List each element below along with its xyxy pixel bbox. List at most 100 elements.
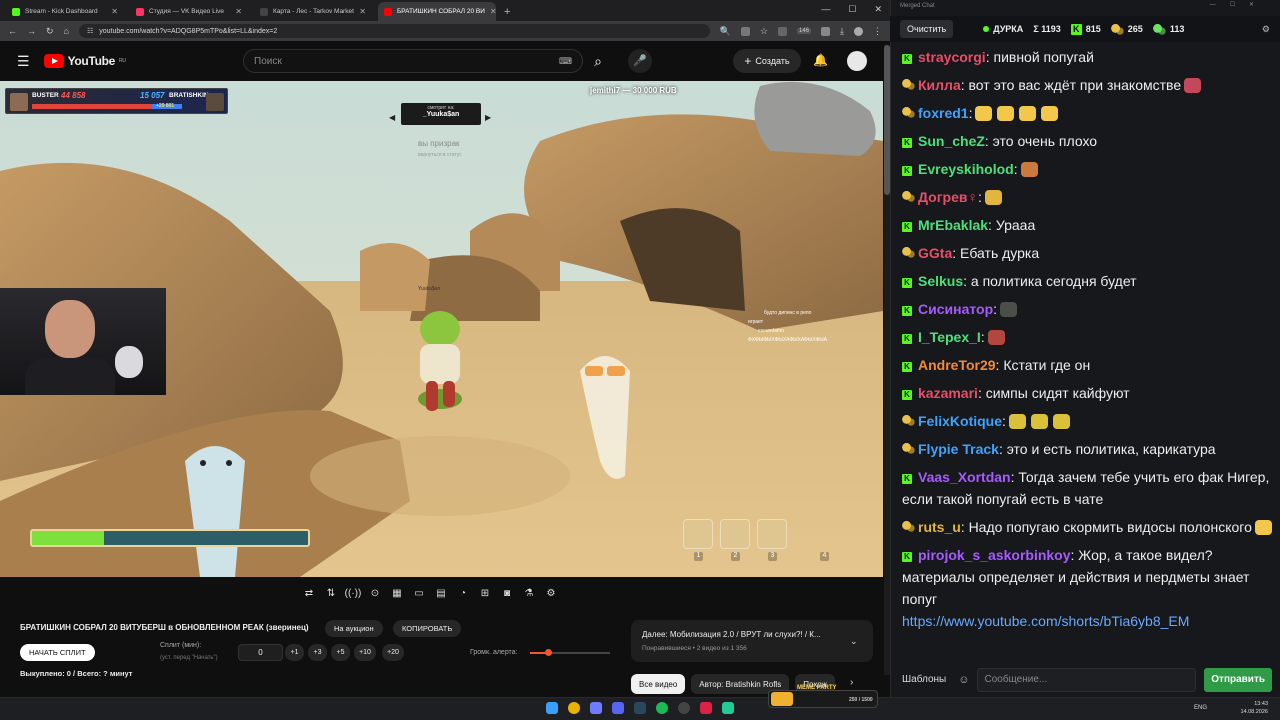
speed-icon[interactable]: ◔ [454,585,472,603]
flask-icon[interactable]: ⚗ [520,585,538,603]
close-tab-icon[interactable]: ✕ [111,7,118,16]
tray-lang[interactable]: ENG [1194,705,1207,711]
hamburger-menu-icon[interactable]: ☰ [17,53,30,70]
next-video-title[interactable]: Далее: Мобилизация 2.0 / ВРУТ ли слухи?!… [642,630,821,639]
home-icon[interactable]: ⌂ [64,26,69,36]
cinema-icon[interactable]: ⊙ [366,585,384,603]
split-increment-button[interactable]: +10 [354,644,376,661]
extension-badge[interactable]: 146 [797,28,812,34]
meme-party-widget[interactable]: MEME PARTY 250 / 1500 [768,685,878,708]
back-icon[interactable]: ← [8,26,17,36]
chat-username[interactable]: foxred1 [918,105,969,121]
split-increment-button[interactable]: +3 [308,644,327,661]
app2-icon[interactable] [700,702,712,714]
extensions-puzzle-icon[interactable] [821,26,831,36]
app-icon[interactable] [590,702,602,714]
chat-username[interactable]: ruts_u [918,519,961,535]
chat-username[interactable]: MrEbaklak [918,217,988,233]
chat-username[interactable]: pirojok_s_askorbinkoy [918,547,1071,563]
alert-volume-knob[interactable] [544,649,552,656]
chat-username[interactable]: GGta [918,245,952,261]
screenshot-icon[interactable]: ◙ [498,585,516,603]
add-clip-icon[interactable]: ⊞ [476,585,494,603]
site-info-icon[interactable]: ☷ [87,27,93,35]
chat-username[interactable]: kazamari [918,385,978,401]
filter-chip[interactable]: Все видео [631,674,686,694]
chat-link[interactable]: https://www.youtube.com/shorts/bTia6yb8_… [902,610,1274,632]
spotify-icon[interactable] [656,702,668,714]
steam-icon[interactable] [634,702,646,714]
translate-icon[interactable] [740,26,750,36]
video-player[interactable]: BUSTER 44 858 15 057 BRATISHKIN +29 801 … [0,81,883,577]
split-increment-button[interactable]: +20 [382,644,404,661]
clear-chat-button[interactable]: Очистить [900,20,954,38]
close-window-icon[interactable]: ✕ [874,4,882,15]
chat-settings-gear-icon[interactable]: ⚙ [1262,24,1270,35]
browser-menu-icon[interactable]: ⋮ [873,26,882,37]
subtitles-icon[interactable]: ▤ [432,585,450,603]
chat-username[interactable]: Flypie Track [918,441,999,457]
loop-icon[interactable]: ⇄ [300,585,318,603]
chat-username[interactable]: straycorgi [918,49,986,65]
split-increment-button[interactable]: +5 [331,644,350,661]
split-minutes-input[interactable]: 0 [238,644,283,661]
settings-gear-icon[interactable]: ⚙ [542,585,560,603]
chat-username[interactable]: AndreTor29 [918,357,996,373]
downloads-icon[interactable]: ⤓ [840,26,844,37]
keyboard-icon[interactable]: ⌨ [559,56,572,67]
chat-username[interactable]: Sun_cheZ [918,133,985,149]
voice-search-icon[interactable]: 🎤 [628,49,652,73]
browser-tab[interactable]: Stream - Kick Dashboard ✕ [6,2,124,21]
zoom-icon[interactable]: 🔍 [720,26,731,37]
notifications-bell-icon[interactable]: 🔔 [813,53,828,67]
chat-username[interactable]: I_Tepex_I [918,329,981,345]
search-button[interactable]: ⌕ [583,49,613,73]
copy-button[interactable]: КОПИРОВАТЬ [393,620,462,637]
chevron-down-icon[interactable]: ⌄ [850,636,858,647]
chat-log[interactable]: Kstraycorgi: пивной попугай Килла: вот эт… [902,46,1274,658]
close-tab-icon[interactable]: ✕ [490,7,496,16]
youtube-logo[interactable]: YouTube RU [43,54,126,68]
search-input[interactable]: Поиск ⌨ [243,49,583,73]
calendar-icon[interactable]: ▦ [388,585,406,603]
maximize-icon[interactable]: ☐ [848,4,856,15]
chat-username[interactable]: Vaas_Xortdan [918,469,1011,485]
chat-username[interactable]: Evreyskiholod [918,161,1014,177]
new-tab-button[interactable]: + [504,6,510,18]
start-icon[interactable] [546,702,558,714]
url-field[interactable]: ☷ youtube.com/watch?v=ADQG8P5mTPo&list=L… [78,24,710,38]
chips-next-icon[interactable]: › [850,677,853,688]
sort-icon[interactable]: ⇅ [322,585,340,603]
close-tab-icon[interactable]: ✕ [235,7,242,16]
close-tab-icon[interactable]: ✕ [359,7,366,16]
chat-username[interactable]: Килла [918,77,961,93]
audio-icon[interactable]: ((·)) [344,585,362,603]
chat-username[interactable]: Selkus [918,273,963,289]
chat-username[interactable]: Сисинатор [918,301,993,317]
chat-window-controls[interactable]: —☐✕ [1210,1,1268,8]
message-input[interactable]: Сообщение... [977,667,1197,692]
playlist-card[interactable] [631,620,873,662]
theater-icon[interactable]: ▭ [410,585,428,603]
system-tray[interactable]: 13:43 14.08.2026 [1240,700,1268,716]
send-button[interactable]: Отправить [1204,667,1272,692]
reload-icon[interactable]: ↻ [46,26,54,37]
browser-tab[interactable]: БРАТИШКИН СОБРАЛ 20 ВИ ✕ [378,2,496,21]
create-button[interactable]: + Создать [733,49,801,73]
profile-icon[interactable] [854,26,863,36]
chat-username[interactable]: Догрев♀ [918,189,978,205]
avatar[interactable] [847,51,867,71]
start-split-button[interactable]: НАЧАТЬ СПЛИТ [20,644,95,661]
split-increment-button[interactable]: +1 [285,644,304,661]
obs-icon[interactable] [678,702,690,714]
app3-icon[interactable] [722,702,734,714]
browser-tab[interactable]: Карта - Лес - Tarkov Market ✕ [254,2,372,21]
chat-username[interactable]: FelixKotique [918,413,1002,429]
chrome-icon[interactable] [568,702,580,714]
templates-button[interactable]: Шаблоны [898,674,950,685]
auction-button[interactable]: На аукцион [325,620,383,637]
emoji-picker-icon[interactable]: ☺ [958,674,969,686]
minimize-icon[interactable]: — [821,4,830,15]
extension-icon[interactable] [778,26,787,36]
browser-tab[interactable]: Студия — VK Видео Live ✕ [130,2,248,21]
